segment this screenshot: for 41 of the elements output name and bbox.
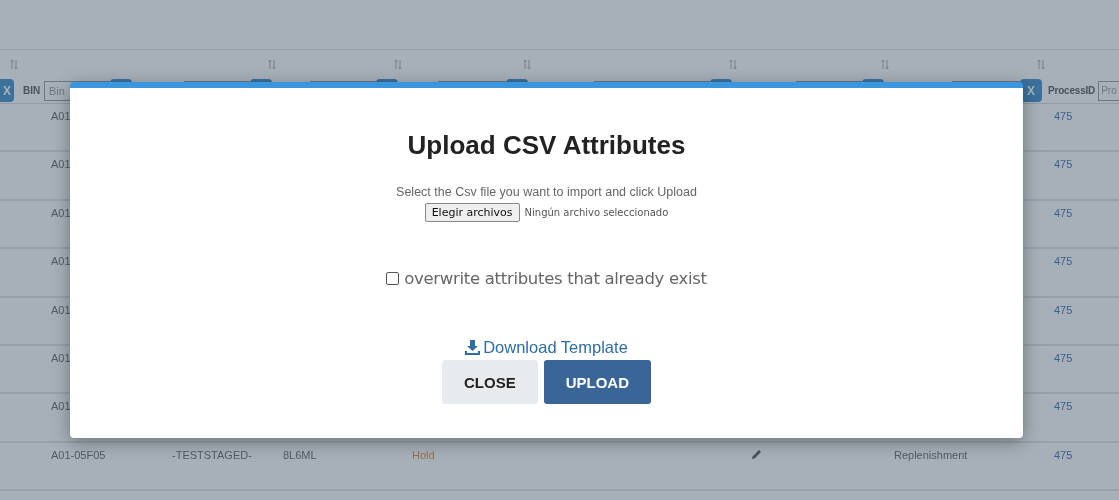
sort-icon[interactable] (729, 58, 737, 70)
overwrite-label: overwrite attributes that already exist (404, 269, 707, 288)
file-status-text: Ningún archivo seleccionado (524, 207, 669, 218)
sort-icon[interactable] (881, 58, 889, 70)
sort-icon[interactable] (1037, 58, 1045, 70)
filter-label: ProcessID (1047, 85, 1096, 96)
table-cell-text: 8L6ML (282, 448, 318, 463)
table-cell-text: A01 (50, 255, 72, 270)
table-cell-text: 475 (1053, 206, 1074, 221)
choose-file-button[interactable]: Elegir archivos (424, 203, 520, 222)
table-cell-text: 475 (1053, 400, 1074, 415)
table-cell-text: Replenishment (893, 448, 969, 463)
sort-icon[interactable] (268, 58, 276, 70)
table-cell-text: A01 (50, 303, 72, 318)
table-cell-text: A01-05F05 (50, 448, 107, 463)
table-cell-text: -TESTSTAGED- (171, 448, 253, 463)
close-button[interactable]: CLOSE (442, 360, 538, 404)
status-text: Hold (411, 448, 436, 463)
sort-icon[interactable] (10, 58, 18, 70)
table-cell-text: A01 (50, 400, 72, 415)
instruction-text: Select the Csv file you want to import and click Upload (396, 185, 697, 199)
filter-field[interactable]: Pro (1098, 80, 1119, 101)
dialog-title: Upload CSV Attributes (407, 130, 686, 161)
sort-icon[interactable] (394, 58, 402, 70)
download-template-link[interactable]: Download Template (465, 338, 628, 357)
table-cell-text: A01 (50, 351, 72, 366)
table-cell-text: 475 (1053, 303, 1074, 318)
table-cell-text: 475 (1053, 158, 1074, 173)
filter-label: BIN (22, 85, 42, 96)
table-cell-text: A01 (50, 110, 72, 124)
table-cell-text: A01 (50, 206, 72, 221)
download-icon (465, 340, 481, 355)
table-cell-text: 475 (1053, 448, 1074, 463)
table-cell-text: A01 (50, 158, 72, 173)
table-cell-text: 475 (1053, 351, 1074, 366)
upload-button[interactable]: UPLOAD (543, 360, 651, 404)
table-cell-text: 475 (1053, 255, 1074, 270)
table-cell-text: 475 (1053, 110, 1074, 124)
overwrite-checkbox[interactable] (386, 272, 400, 285)
sort-icon[interactable] (523, 58, 531, 70)
pencil-icon[interactable] (751, 448, 762, 460)
